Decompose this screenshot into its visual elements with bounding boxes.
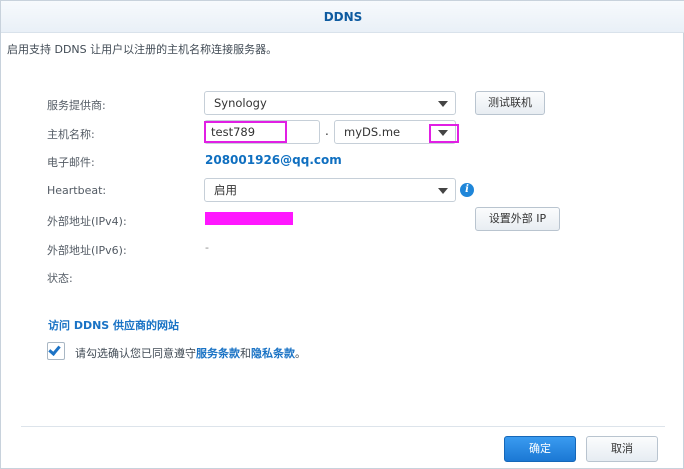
hostname-label: 主机名称:: [47, 128, 95, 141]
chevron-down-icon: [438, 101, 448, 107]
terms-of-service-link[interactable]: 服务条款: [196, 347, 240, 360]
agreement-prefix: 请勾选确认您已同意遵守: [75, 347, 196, 360]
hostname-dot: .: [325, 124, 329, 138]
cancel-button[interactable]: 取消: [586, 436, 658, 462]
provider-label: 服务提供商:: [47, 99, 106, 112]
chevron-down-icon: [438, 188, 448, 194]
dialog-description: 启用支持 DDNS 让用户以注册的主机名称连接服务器。: [7, 43, 278, 56]
ipv6-label: 外部地址(IPv6):: [47, 244, 127, 257]
checkmark-icon: [48, 343, 61, 356]
footer-divider: [21, 426, 665, 427]
ok-button[interactable]: 确定: [504, 436, 576, 462]
email-value: 208001926@qq.com: [205, 153, 342, 167]
privacy-policy-link[interactable]: 隐私条款: [251, 347, 295, 360]
ddns-dialog: DDNS 启用支持 DDNS 让用户以注册的主机名称连接服务器。 服务提供商: …: [0, 0, 684, 469]
agreement-and: 和: [240, 347, 251, 360]
agreement-suffix: 。: [295, 347, 306, 360]
email-label: 电子邮件:: [47, 156, 95, 169]
agree-checkbox[interactable]: [47, 342, 65, 360]
heartbeat-select[interactable]: 启用: [204, 178, 456, 202]
ipv4-value-redaction: [205, 212, 293, 225]
provider-select[interactable]: Synology: [204, 91, 456, 115]
dialog-title: DDNS: [1, 1, 684, 33]
ipv4-label: 外部地址(IPv4):: [47, 215, 127, 228]
info-icon[interactable]: i: [460, 183, 474, 197]
provider-website-link[interactable]: 访问 DDNS 供应商的网站: [48, 317, 179, 333]
hostname-highlight: [204, 121, 287, 143]
heartbeat-label: Heartbeat:: [47, 184, 107, 197]
ipv6-value: -: [205, 241, 209, 254]
test-connection-button[interactable]: 测试联机: [475, 91, 545, 115]
set-external-ip-button[interactable]: 设置外部 IP: [475, 207, 560, 231]
domain-value: myDS.me: [344, 125, 401, 139]
heartbeat-value: 启用: [214, 183, 237, 197]
domain-caret-highlight: [429, 124, 459, 143]
provider-value: Synology: [214, 96, 267, 110]
agreement-text: 请勾选确认您已同意遵守服务条款和隐私条款。: [75, 345, 306, 361]
status-label: 状态:: [47, 272, 73, 285]
